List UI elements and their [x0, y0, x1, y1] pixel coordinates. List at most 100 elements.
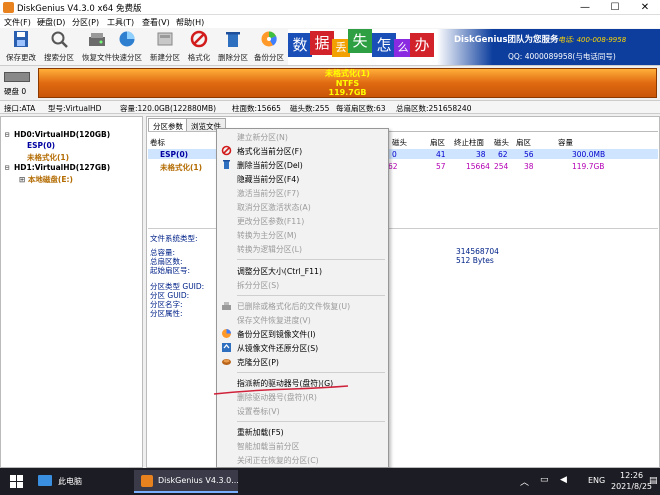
menu-item-deactivate[interactable]: 取消分区激活状态(A): [237, 202, 311, 213]
minimize-button[interactable]: —: [570, 0, 600, 15]
backup-partition-button[interactable]: 备份分区: [250, 30, 288, 64]
menu-item-split[interactable]: 拆分分区(S): [237, 280, 279, 291]
menu-item-close-recovering[interactable]: 关闭正在恢复的分区(C): [237, 455, 319, 466]
new-partition-button[interactable]: 新建分区: [146, 30, 184, 64]
clock-date[interactable]: 2021/8/25: [611, 482, 652, 491]
tree-partition-local-e[interactable]: ⊞ 本地磁盘(E:): [19, 174, 73, 185]
table-cell: 300.0MB: [572, 150, 606, 159]
menu-item-format[interactable]: 格式化当前分区(F): [237, 146, 302, 157]
banner-qq: QQ: 4000089958(与电话同号): [508, 52, 616, 61]
menu-partition[interactable]: 分区(P): [72, 17, 99, 28]
total-value: 314568704: [456, 247, 499, 256]
table-cell: 119.7GB: [572, 162, 605, 171]
maximize-button[interactable]: ☐: [600, 0, 630, 15]
start-sector-label: 起始扇区号:: [150, 266, 191, 275]
menu-item-activate[interactable]: 激活当前分区(F7): [237, 188, 299, 199]
tree-disk-hd0[interactable]: ⊟ HD0:VirtualHD(120GB): [5, 130, 110, 139]
menu-help[interactable]: 帮助(H): [176, 17, 204, 28]
menu-item-resize[interactable]: 调整分区大小(Ctrl_F11): [237, 266, 322, 277]
partition-attr-label: 分区属性:: [150, 309, 183, 318]
save-button[interactable]: 保存更改: [2, 30, 40, 64]
row-label-unformatted[interactable]: 未格式化(1): [160, 162, 202, 173]
window-title: DiskGenius V4.3.0 x64 免费版: [17, 4, 142, 14]
table-cell: 62: [388, 162, 398, 171]
diskgenius-icon: [141, 475, 153, 487]
quick-partition-button[interactable]: 快速分区: [108, 30, 146, 64]
close-button[interactable]: ✕: [630, 0, 660, 15]
menu-item-backup-image[interactable]: 备份分区到镜像文件(I): [237, 329, 316, 340]
menu-item-delete[interactable]: 删除当前分区(Del): [237, 160, 303, 171]
new-partition-icon: [157, 32, 173, 46]
clock-time[interactable]: 12:26: [620, 471, 643, 480]
table-cell: 38: [524, 162, 534, 171]
menu-item-restore-image[interactable]: 从镜像文件还原分区(S): [237, 343, 318, 354]
menu-item-change-params[interactable]: 更改分区参数(F11): [237, 216, 304, 227]
format-icon: [221, 145, 232, 156]
tab-partition-params[interactable]: 分区参数: [148, 118, 188, 131]
model-info: 型号:VirtualHD: [48, 104, 102, 113]
restore-icon: [222, 343, 231, 352]
language-indicator[interactable]: ENG: [588, 476, 605, 485]
format-button[interactable]: 格式化: [180, 30, 218, 64]
menu-item-file-recovery[interactable]: 已删除或格式化后的文件恢复(U): [237, 301, 350, 312]
menu-separator: [237, 295, 385, 296]
menu-separator: [237, 421, 385, 422]
disk-icon: [4, 72, 30, 82]
disk-tree: ⊟ HD0:VirtualHD(120GB) ESP(0) 未格式化(1) ⊟ …: [0, 116, 143, 468]
tree-disk-hd1[interactable]: ⊟ HD1:VirtualHD(127GB): [5, 163, 110, 172]
quick-partition-icon: [119, 31, 135, 47]
banner-char: 据: [310, 31, 334, 55]
notification-icon[interactable]: ▤: [649, 476, 658, 486]
menu-tools[interactable]: 工具(T): [107, 17, 134, 28]
network-icon[interactable]: ▭: [540, 475, 549, 485]
context-menu: 建立新分区(N) 格式化当前分区(F) 删除当前分区(Del) 隐藏当前分区(F…: [216, 128, 389, 468]
recover-icon: [89, 33, 105, 46]
menu-item-hide[interactable]: 隐藏当前分区(F4): [237, 174, 299, 185]
menu-item-set-volume-label[interactable]: 设置卷标(V): [237, 406, 280, 417]
banner-char: 数: [288, 33, 312, 57]
column-header: 终止柱面: [454, 138, 484, 147]
promo-banner[interactable]: 数 据 丢 失 怎 么 办 DiskGenius团队为您服务 电话: 400-0…: [288, 29, 660, 65]
taskbar-this-pc[interactable]: 此电脑: [58, 476, 82, 487]
delete-icon: [226, 32, 240, 47]
sector-size-value: 512 Bytes: [456, 256, 494, 265]
delete-partition-button[interactable]: 删除分区: [214, 30, 252, 64]
menu-file[interactable]: 文件(F): [4, 17, 31, 28]
save-icon: [14, 31, 28, 47]
menu-item-reload[interactable]: 重新加载(F5): [237, 427, 284, 438]
column-header: 容量: [558, 138, 573, 147]
tree-partition-unformatted[interactable]: 未格式化(1): [27, 152, 69, 163]
interface-info: 接口:ATA: [4, 104, 36, 113]
tree-partition-esp[interactable]: ESP(0): [27, 141, 55, 150]
menu-item-to-primary[interactable]: 转换为主分区(M): [237, 230, 297, 241]
title-bar: DiskGenius V4.3.0 x64 免费版 — ☐ ✕: [0, 0, 660, 15]
partition-bar[interactable]: 未格式化(1) NTFS 119.7GB: [38, 68, 657, 98]
menu-separator: [237, 372, 385, 373]
menu-view[interactable]: 查看(V): [142, 17, 170, 28]
clone-icon: [222, 359, 231, 365]
menu-separator: [237, 259, 385, 260]
disk-info-bar: 接口:ATA 型号:VirtualHD 容量:120.0GB(122880MB)…: [0, 100, 660, 114]
delete-icon: [223, 160, 230, 169]
annotation-underline: [213, 385, 349, 395]
partition-size: 119.7GB: [328, 88, 367, 97]
search-partition-button[interactable]: 搜索分区: [40, 30, 78, 64]
menu-disk[interactable]: 硬盘(D): [37, 17, 65, 28]
menu-item-create-partition[interactable]: 建立新分区(N): [237, 132, 288, 143]
banner-brand: DiskGenius团队为您服务: [454, 35, 559, 45]
menu-item-to-logical[interactable]: 转换为逻辑分区(L): [237, 244, 302, 255]
capacity-info: 容量:120.0GB(122880MB): [120, 104, 217, 113]
column-header: 扇区: [516, 138, 531, 147]
menu-item-smart-load[interactable]: 智能加载当前分区: [237, 441, 299, 452]
sectors-per-track-info: 每道扇区数:63: [336, 104, 386, 113]
menu-item-save-progress[interactable]: 保存文件恢复进度(V): [237, 315, 311, 326]
table-cell: 57: [436, 162, 446, 171]
partition-name: 未格式化(1): [325, 69, 370, 78]
volume-icon[interactable]: ◀: [560, 475, 567, 485]
row-label-esp: ESP(0): [160, 150, 189, 159]
menu-item-clone[interactable]: 克隆分区(P): [237, 357, 279, 368]
table-cell: 38: [476, 150, 486, 159]
column-header: 磁头: [494, 138, 509, 147]
windows-start-icon[interactable]: [10, 475, 23, 488]
tray-chevron-icon[interactable]: ︿: [520, 475, 529, 488]
